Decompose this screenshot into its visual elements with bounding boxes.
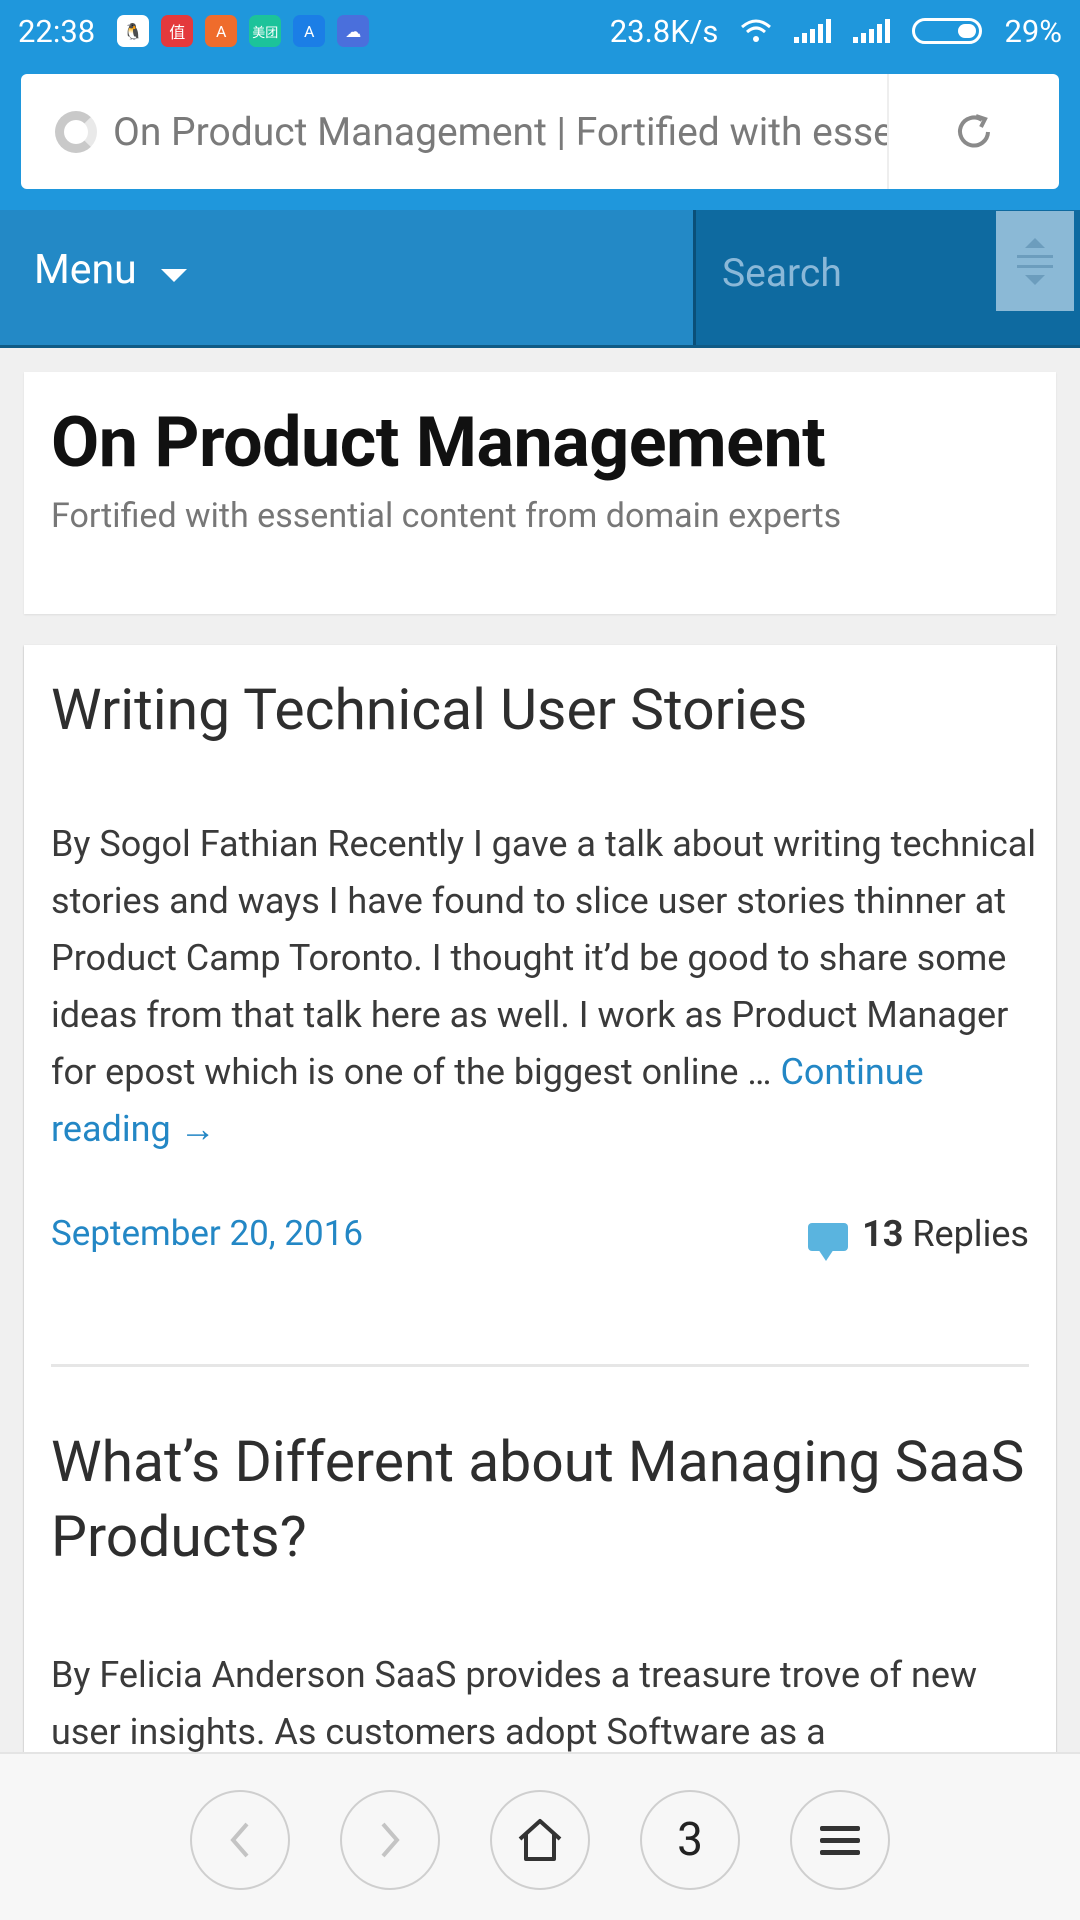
meituan-icon: 美团 (249, 15, 282, 47)
browser-bottom-bar: 3 (0, 1752, 1080, 1920)
chevron-down-small-icon (1025, 274, 1045, 285)
status-time: 22:38 (18, 12, 96, 50)
post-divider (51, 1364, 1029, 1367)
chevron-down-icon (160, 268, 187, 282)
chevron-right-icon (381, 1822, 400, 1858)
back-button[interactable] (190, 1790, 290, 1890)
signal-icon-1 (794, 19, 832, 43)
posts-container: Writing Technical User Stories By Sogol … (24, 645, 1056, 1795)
browser-menu-button[interactable] (790, 1790, 890, 1890)
site-description: Fortified with essential content from do… (51, 496, 842, 536)
home-icon (518, 1819, 562, 1861)
reply-count: 13 (862, 1213, 904, 1255)
notification-icons: 🐧 值 A 美团 A ☁ (117, 15, 370, 47)
menu-label: Menu (34, 246, 137, 294)
post-excerpt-1: By Sogol Fathian Recently I gave a talk … (51, 816, 1041, 1158)
reload-button[interactable] (889, 74, 1059, 189)
tabs-button[interactable]: 3 (640, 1790, 740, 1890)
app-store-icon: A (205, 15, 238, 47)
post-excerpt-2: By Felicia Anderson SaaS provides a trea… (51, 1654, 978, 1753)
home-button[interactable] (490, 1790, 590, 1890)
post-title-1[interactable]: Writing Technical User Stories (51, 672, 1041, 747)
battery-icon (912, 18, 983, 44)
translate-icon: A (293, 15, 326, 47)
reload-icon (958, 113, 990, 147)
post-date-1[interactable]: September 20, 2016 (51, 1213, 363, 1254)
signal-icon-2 (853, 19, 891, 43)
scroll-handle[interactable] (996, 211, 1074, 311)
address-bar[interactable]: On Product Management | Fortified with e… (21, 74, 1059, 189)
site-header: On Product Management Fortified with ess… (24, 372, 1056, 614)
comment-icon (808, 1223, 849, 1261)
site-navigation: Menu Search (0, 210, 1080, 348)
address-text[interactable]: On Product Management | Fortified with e… (113, 109, 887, 155)
site-title[interactable]: On Product Management (51, 402, 826, 484)
forward-button[interactable] (340, 1790, 440, 1890)
battery-level: 29% (1004, 12, 1062, 50)
menu-button[interactable]: Menu (34, 246, 187, 294)
browser-logo-icon (55, 110, 97, 153)
wifi-icon (741, 19, 772, 42)
qq-icon: 🐧 (117, 15, 150, 47)
tab-count: 3 (677, 1813, 703, 1867)
search-placeholder: Search (722, 250, 842, 296)
chevron-up-icon (1025, 237, 1045, 248)
status-bar: 22:38 🐧 值 A 美团 A ☁ 23.8K/s 29% (0, 0, 1080, 62)
network-speed: 23.8K/s (609, 12, 719, 50)
post-title-2[interactable]: What’s Different about Managing SaaS Pro… (51, 1424, 1041, 1574)
browser-toolbar: On Product Management | Fortified with e… (0, 62, 1080, 210)
zhi-icon: 值 (161, 15, 194, 47)
reply-label: Replies (903, 1213, 1029, 1255)
replies-link-1[interactable]: 13 Replies (808, 1213, 1029, 1261)
cloud-icon: ☁ (337, 15, 370, 47)
chevron-left-icon (230, 1822, 249, 1858)
hamburger-icon (820, 1825, 860, 1855)
